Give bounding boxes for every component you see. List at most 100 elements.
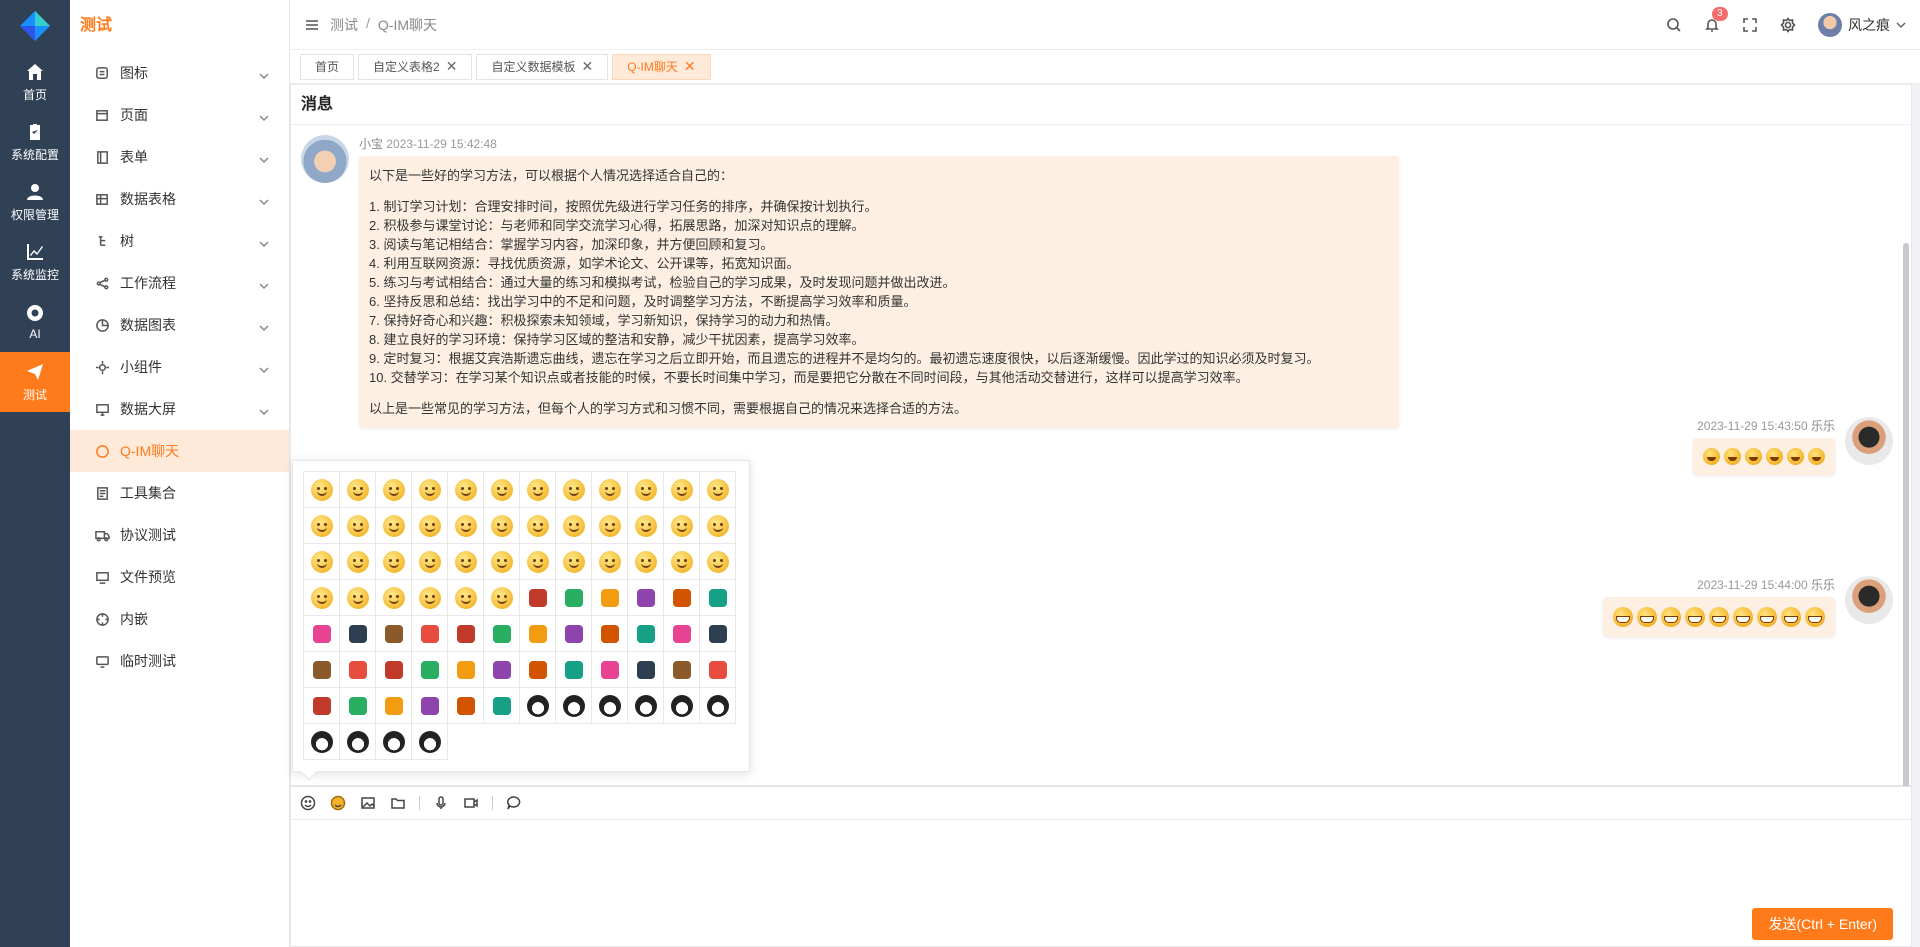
menu-item[interactable]: 数据大屏 [70, 388, 289, 430]
message-input[interactable] [291, 820, 1911, 946]
emoji-option[interactable] [592, 508, 628, 544]
emoji-option[interactable] [700, 472, 736, 508]
emoji-option[interactable] [448, 508, 484, 544]
emoji-option[interactable] [376, 616, 412, 652]
emoji-option[interactable] [412, 724, 448, 760]
menu-item[interactable]: 页面 [70, 94, 289, 136]
menu-item[interactable]: 工具集合 [70, 472, 289, 514]
emoji-option[interactable] [628, 544, 664, 580]
emoji-option[interactable] [520, 652, 556, 688]
emoji-option[interactable] [484, 688, 520, 724]
emoji-option[interactable] [664, 472, 700, 508]
rail-item-home[interactable]: 首页 [0, 52, 70, 112]
emoji-option[interactable] [520, 472, 556, 508]
menu-item[interactable]: 协议测试 [70, 514, 289, 556]
emoji-option[interactable] [412, 652, 448, 688]
emoji-option[interactable] [448, 580, 484, 616]
emoji-option[interactable] [664, 616, 700, 652]
emoji-option[interactable] [304, 472, 340, 508]
menu-item[interactable]: 数据图表 [70, 304, 289, 346]
menu-item[interactable]: 图标 [70, 52, 289, 94]
emoji-option[interactable] [448, 652, 484, 688]
emoji-option[interactable] [412, 616, 448, 652]
emoji-option[interactable] [664, 580, 700, 616]
folder-icon[interactable] [389, 794, 407, 812]
emoji-option[interactable] [304, 544, 340, 580]
emoji-option[interactable] [664, 652, 700, 688]
rail-item-test[interactable]: 测试 [0, 352, 70, 412]
menu-item[interactable]: Q-IM聊天 [70, 430, 289, 472]
breadcrumb-item[interactable]: 测试 [330, 15, 358, 35]
rail-item-ai[interactable]: AI [0, 292, 70, 352]
emoji-option[interactable] [412, 508, 448, 544]
emoji-option[interactable] [340, 508, 376, 544]
emoji-option[interactable] [628, 472, 664, 508]
emoji-option[interactable] [484, 652, 520, 688]
emoji-option[interactable] [700, 580, 736, 616]
emoji-option[interactable] [628, 688, 664, 724]
emoji-option[interactable] [520, 616, 556, 652]
menu-item[interactable]: 树 [70, 220, 289, 262]
emoji-option[interactable] [556, 652, 592, 688]
emoji-option[interactable] [592, 688, 628, 724]
emoji-option[interactable] [484, 616, 520, 652]
emoji-option[interactable] [412, 580, 448, 616]
emoji-option[interactable] [520, 580, 556, 616]
emoji-option[interactable] [628, 616, 664, 652]
close-icon[interactable]: ✕ [684, 58, 696, 75]
emoji-option[interactable] [376, 544, 412, 580]
menu-item[interactable]: 工作流程 [70, 262, 289, 304]
emoji-option[interactable] [304, 652, 340, 688]
emoji-option[interactable] [448, 616, 484, 652]
emoji-option[interactable] [376, 724, 412, 760]
emoji-option[interactable] [556, 508, 592, 544]
emoji-option[interactable] [628, 508, 664, 544]
emoji-option[interactable] [376, 508, 412, 544]
avatar[interactable] [301, 135, 349, 183]
emoji-filled-icon[interactable] [329, 794, 347, 812]
emoji-option[interactable] [412, 472, 448, 508]
emoji-option[interactable] [556, 688, 592, 724]
emoji-option[interactable] [304, 580, 340, 616]
emoji-option[interactable] [520, 508, 556, 544]
emoji-option[interactable] [700, 688, 736, 724]
avatar[interactable] [1845, 576, 1893, 624]
emoji-option[interactable] [484, 508, 520, 544]
tab[interactable]: 首页 [300, 53, 355, 80]
emoji-option[interactable] [520, 688, 556, 724]
menu-item[interactable]: 表单 [70, 136, 289, 178]
emoji-option[interactable] [700, 652, 736, 688]
emoji-option[interactable] [664, 544, 700, 580]
scrollbar[interactable] [1903, 243, 1909, 823]
menu-item[interactable]: 小组件 [70, 346, 289, 388]
emoji-option[interactable] [376, 652, 412, 688]
emoji-option[interactable] [628, 652, 664, 688]
send-button[interactable]: 发送(Ctrl + Enter) [1752, 908, 1893, 940]
video-icon[interactable] [462, 794, 480, 812]
emoji-option[interactable] [556, 616, 592, 652]
emoji-option[interactable] [340, 688, 376, 724]
close-icon[interactable]: ✕ [446, 58, 458, 75]
microphone-icon[interactable] [432, 794, 450, 812]
emoji-option[interactable] [448, 472, 484, 508]
emoji-option[interactable] [664, 688, 700, 724]
emoji-option[interactable] [592, 652, 628, 688]
emoji-option[interactable] [340, 616, 376, 652]
menu-item[interactable]: 内嵌 [70, 598, 289, 640]
emoji-option[interactable] [592, 544, 628, 580]
emoji-option[interactable] [304, 616, 340, 652]
image-icon[interactable] [359, 794, 377, 812]
emoji-option[interactable] [484, 472, 520, 508]
settings-icon[interactable] [1780, 16, 1796, 33]
rail-item-monitor[interactable]: 系统监控 [0, 232, 70, 292]
emoji-option[interactable] [340, 472, 376, 508]
emoji-option[interactable] [340, 652, 376, 688]
search-icon[interactable] [1666, 17, 1682, 33]
emoji-option[interactable] [304, 724, 340, 760]
emoji-option[interactable] [340, 544, 376, 580]
emoji-option[interactable] [412, 544, 448, 580]
emoji-option[interactable] [700, 616, 736, 652]
tab[interactable]: 自定义数据模板 ✕ [476, 53, 609, 80]
tab[interactable]: Q-IM聊天 ✕ [612, 53, 711, 80]
hamburger-icon[interactable] [304, 17, 320, 33]
